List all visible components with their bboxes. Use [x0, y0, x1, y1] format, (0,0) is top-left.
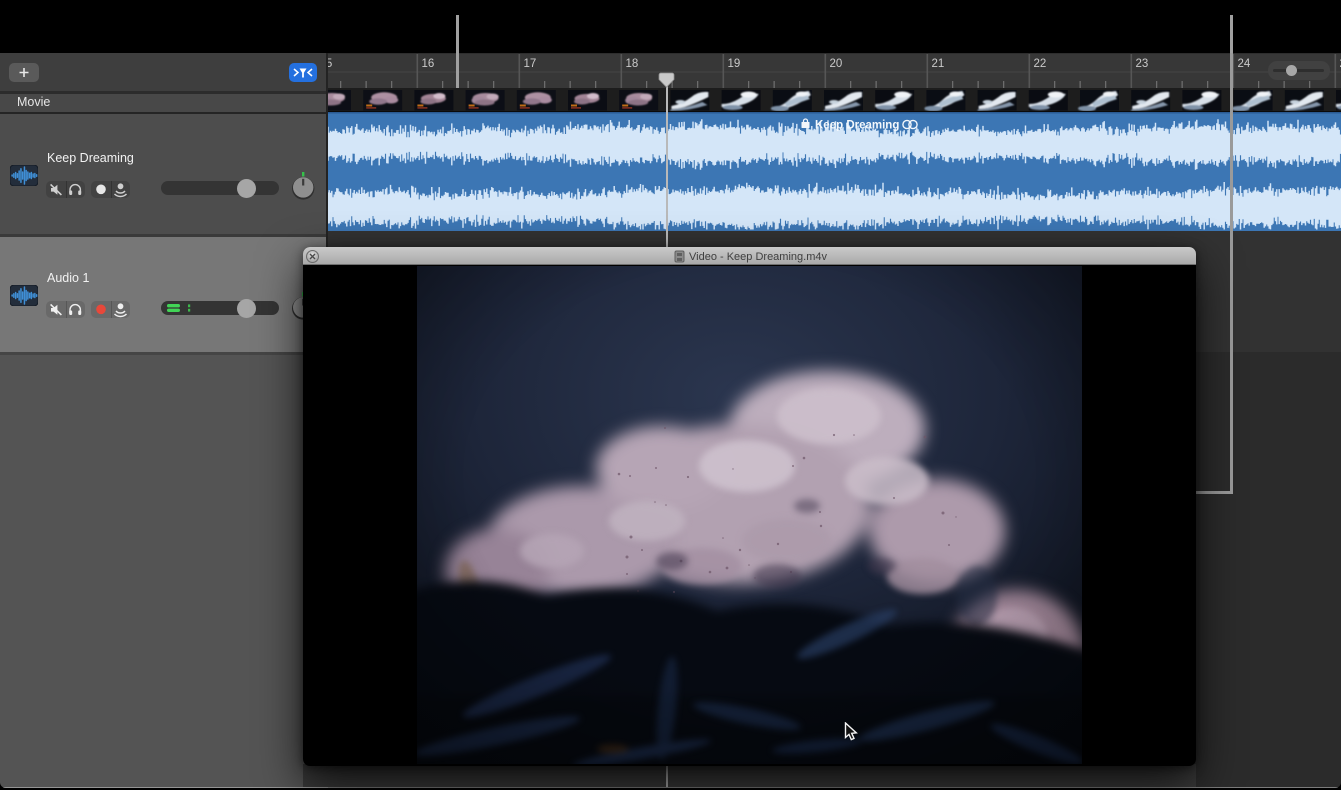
svg-text:20: 20 — [830, 58, 843, 70]
svg-text:Keep Dreaming: Keep Dreaming — [815, 120, 899, 132]
svg-text:23: 23 — [1136, 58, 1149, 70]
svg-text:22: 22 — [1034, 58, 1047, 70]
svg-text:18: 18 — [626, 58, 639, 70]
svg-text:16: 16 — [422, 58, 435, 70]
svg-text:21: 21 — [932, 58, 945, 70]
svg-text:17: 17 — [524, 58, 537, 70]
svg-text:19: 19 — [728, 58, 741, 70]
svg-text:24: 24 — [1238, 58, 1251, 70]
svg-text:15: 15 — [328, 58, 332, 70]
